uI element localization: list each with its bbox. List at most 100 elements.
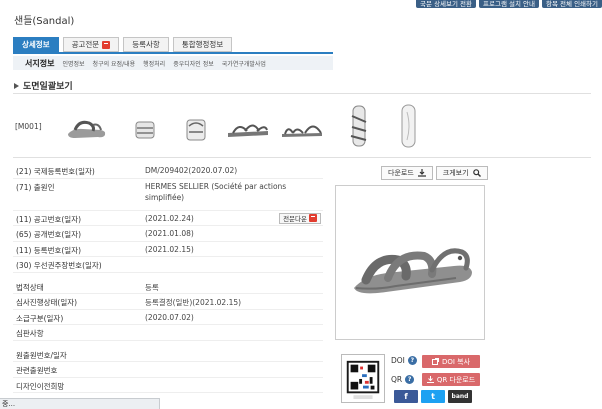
tab-admin-info[interactable]: 통합행정정보 xyxy=(172,37,233,52)
print-all-link[interactable]: 항목 전체 인쇄하기 xyxy=(542,0,602,8)
field-label: (11) 공고번호(일자) xyxy=(16,214,82,224)
drawings-section-title: 도면일괄보기 xyxy=(14,79,73,92)
button-label: 전문다운 xyxy=(283,215,307,223)
qr-text: QR xyxy=(391,375,403,384)
field-value: DM/209402(2020.07.02) xyxy=(145,166,238,175)
tab-publication-fulltext[interactable]: 공고전문 xyxy=(62,37,120,52)
field-row: 관련출원번호 xyxy=(13,362,323,378)
tab-label: 통합행정정보 xyxy=(181,40,224,49)
tab-registration[interactable]: 등록사항 xyxy=(123,37,169,52)
band-icon: band xyxy=(451,393,469,400)
tab-label: 상세정보 xyxy=(22,40,50,49)
image-toolbar: 다운로드 크게보기 xyxy=(381,166,488,180)
field-row: (65) 공개번호(일자) (2021.01.08) xyxy=(13,226,323,242)
tab-detail-info[interactable]: 상세정보 xyxy=(13,37,59,52)
pdf-icon xyxy=(102,40,111,49)
field-label: (21) 국제등록번호(일자) xyxy=(16,167,95,176)
field-value: (2021.02.15) xyxy=(145,244,194,254)
drawing-code: [M001] xyxy=(15,122,42,131)
subtab-admin-process[interactable]: 행정처리 xyxy=(143,59,165,68)
button-label: 크게보기 xyxy=(442,169,469,177)
field-label: (11) 등록번호(일자) xyxy=(16,245,82,255)
field-row: 소급구분(일자) (2020.07.02) xyxy=(13,310,323,325)
drawing-view-6[interactable] xyxy=(336,100,382,150)
field-value: 등록결정(일반)(2021.02.15) xyxy=(145,298,242,307)
drawings-strip: [M001] xyxy=(13,93,591,158)
magnifier-icon xyxy=(472,169,481,177)
main-design-image[interactable] xyxy=(335,185,485,340)
main-tabs: 상세정보 공고전문 등록사항 통합행정정보 xyxy=(13,37,233,52)
field-label: (30) 우선권주장번호(일자) xyxy=(16,261,102,270)
doi-copy-button[interactable]: DOI 복사 xyxy=(422,355,480,368)
field-row: (30) 우선권주장번호(일자) xyxy=(13,257,323,273)
drawing-view-2[interactable] xyxy=(123,100,169,150)
facebook-share-button[interactable]: f xyxy=(394,390,418,403)
field-label: (71) 출원인 xyxy=(16,182,55,192)
doi-text: DOI xyxy=(391,356,405,365)
download-icon xyxy=(417,169,426,177)
program-install-link[interactable]: 프로그램 설치 안내 xyxy=(479,0,540,8)
tab-label: 등록사항 xyxy=(132,40,160,49)
social-share: f t band xyxy=(394,390,472,403)
external-link-icon xyxy=(431,358,439,365)
tab-label: 공고전문 xyxy=(71,40,100,49)
download-button[interactable]: 다운로드 xyxy=(381,166,433,180)
subtab-similar-design[interactable]: 중우디자인 정보 xyxy=(173,59,214,68)
field-label: 디자인이전희망 xyxy=(16,381,65,391)
drawing-view-4[interactable] xyxy=(225,100,271,150)
field-label: 원출원번호/일자 xyxy=(16,350,67,360)
field-label: 법적상태 xyxy=(16,282,44,292)
triangle-bullet-icon xyxy=(14,82,19,89)
twitter-share-button[interactable]: t xyxy=(421,390,445,403)
field-row: 원출원번호/일자 xyxy=(13,347,323,362)
pdf-icon xyxy=(309,214,317,222)
facebook-icon: f xyxy=(404,392,408,401)
field-row: 디자인이전희망 xyxy=(13,378,323,393)
doi-label: DOI ? xyxy=(391,356,417,365)
field-row: (11) 등록번호(일자) (2021.02.15) xyxy=(13,242,323,257)
field-label: 심판사항 xyxy=(16,329,44,338)
field-label: 소급구분(일자) xyxy=(16,313,64,323)
subtab-bibliographic[interactable]: 서지정보 xyxy=(25,58,54,69)
drawing-view-1[interactable] xyxy=(63,100,109,150)
qr-label: QR ? xyxy=(391,375,415,384)
field-row: (71) 출원인 HERMES SELLIER (Société par acti… xyxy=(13,179,323,211)
sandal-image xyxy=(354,248,472,294)
zoom-button[interactable]: 크게보기 xyxy=(435,166,488,180)
subtab-person-info[interactable]: 인명정보 xyxy=(62,59,84,68)
field-label: 관련출원번호 xyxy=(16,366,58,375)
help-icon[interactable]: ? xyxy=(405,375,415,384)
field-row: 심판사항 xyxy=(13,325,323,341)
subtab-rnd[interactable]: 국가연구개발사업 xyxy=(222,59,266,68)
view-switch-link[interactable]: 국문 상세보기 전환 xyxy=(416,0,477,8)
field-row: 법적상태 등록 xyxy=(13,279,323,294)
download-icon xyxy=(426,376,434,383)
share-codes-panel: DOI ? DOI 복사 QR ? QR 다운로드 f t band xyxy=(335,350,485,409)
field-row: (21) 국제등록번호(일자) DM/209402(2020.07.02) xyxy=(13,163,323,179)
drawing-view-5[interactable] xyxy=(279,100,325,150)
field-value: (2020.07.02) xyxy=(145,312,194,322)
field-value: HERMES SELLIER (Société par actions simp… xyxy=(145,181,287,202)
page-title: 샌들(Sandal) xyxy=(14,16,75,27)
field-row: (11) 공고번호(일자) (2021.02.24) 전문다운 xyxy=(13,211,323,226)
drawing-view-3[interactable] xyxy=(173,100,219,150)
fulltext-download-button[interactable]: 전문다운 xyxy=(279,212,321,224)
tab-underline xyxy=(13,52,333,54)
drawing-view-7[interactable] xyxy=(385,100,431,150)
qr-code-icon xyxy=(341,354,385,403)
button-label: 다운로드 xyxy=(388,169,414,177)
twitter-icon: t xyxy=(431,392,435,401)
subtab-claim[interactable]: 청구의 요점/내용 xyxy=(93,59,136,68)
sub-tabs: 서지정보 인명정보 청구의 요점/내용 행정처리 중우디자인 정보 국가연구개발… xyxy=(13,56,333,70)
top-utility-bar: 국문 상세보기 전환 프로그램 설치 안내 항목 전체 인쇄하기 xyxy=(416,0,602,8)
field-row: 심사진행상태(일자) 등록결정(일반)(2021.02.15) xyxy=(13,294,323,310)
band-share-button[interactable]: band xyxy=(448,390,472,403)
field-value: 등록 xyxy=(145,282,159,292)
button-label: DOI 복사 xyxy=(441,357,471,366)
qr-download-button[interactable]: QR 다운로드 xyxy=(422,373,480,386)
field-value: (2021.01.08) xyxy=(145,229,194,238)
help-icon[interactable]: ? xyxy=(407,356,417,365)
section-title-text: 도면일괄보기 xyxy=(23,82,73,92)
field-label: 심사진행상태(일자) xyxy=(16,298,78,307)
bibliographic-info-table: (21) 국제등록번호(일자) DM/209402(2020.07.02) (71… xyxy=(13,163,323,393)
